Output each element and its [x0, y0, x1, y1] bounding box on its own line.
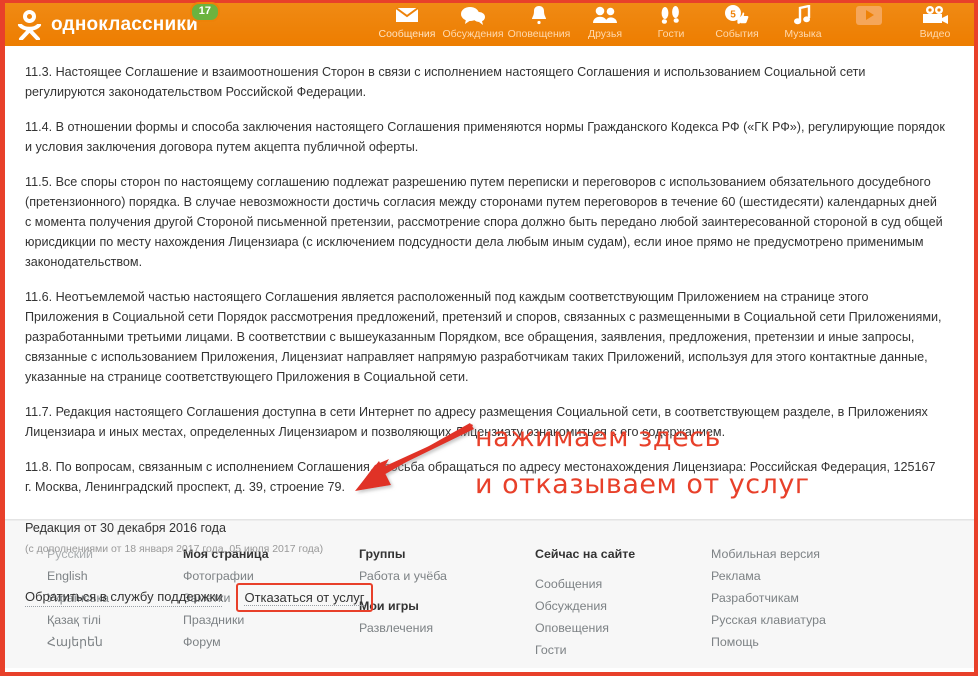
nav-label: Сообщения	[378, 27, 436, 40]
chat-bubbles-icon	[461, 5, 485, 26]
cancel-service-link[interactable]: Отказаться от услуг	[244, 590, 365, 606]
footer-link-language[interactable]: Հայերեն	[47, 631, 183, 653]
nav-label: Оповещения	[507, 27, 571, 40]
site-header: одноклассники 17 Сообщения Обсуждения Оп…	[5, 0, 974, 46]
nav-item-video[interactable]: Видео	[902, 2, 968, 48]
video-camera-icon	[921, 5, 949, 26]
nav-label: Друзья	[587, 27, 623, 40]
agreement-paragraph: 11.3. Настоящее Соглашение и взаимоотнош…	[25, 65, 866, 99]
footer-link[interactable]: Праздники	[183, 609, 359, 631]
nav-label: Музыка	[784, 27, 822, 40]
nav-item-guests[interactable]: Гости	[638, 2, 704, 48]
odnoklassniki-logo-icon	[17, 9, 43, 41]
nav-item-music[interactable]: Музыка	[770, 2, 836, 48]
agreement-paragraph: 11.6. Неотъемлемой частью настоящего Сог…	[25, 290, 942, 384]
agreement-paragraph: 11.8. По вопросам, связанным с исполнени…	[25, 460, 936, 494]
agreement-paragraph: 11.5. Все споры сторон по настоящему сог…	[25, 175, 943, 269]
footer-link[interactable]: Оповещения	[535, 617, 711, 639]
agreement-paragraph: 11.7. Редакция настоящего Соглашения дос…	[25, 405, 928, 439]
nav-label: Видео	[919, 27, 951, 40]
nav-item-notifications[interactable]: Оповещения	[506, 2, 572, 48]
nav-label: События	[715, 27, 759, 40]
thumbs-up-icon: 5	[724, 5, 750, 26]
footer-link[interactable]: Русская клавиатура	[711, 609, 911, 631]
footprints-icon	[660, 5, 682, 26]
nav-item-video-play[interactable]	[836, 2, 902, 48]
play-button-icon	[856, 5, 882, 26]
site-logo[interactable]: одноклассники 17	[5, 1, 220, 41]
envelope-icon	[395, 5, 419, 26]
footer-spacer	[535, 565, 711, 573]
support-link[interactable]: Обратиться в службу поддержки	[25, 588, 223, 607]
nav-item-friends[interactable]: Друзья	[572, 2, 638, 48]
main-nav: Сообщения Обсуждения Оповещения Друзья Г…	[374, 2, 974, 48]
footer-link[interactable]: Гости	[535, 639, 711, 661]
logo-text: одноклассники	[51, 13, 198, 35]
footer-link[interactable]: Развлечения	[359, 617, 535, 639]
revision-subtitle: (с дополнениями от 18 января 2017 года, …	[25, 543, 324, 555]
cancel-service-highlight: Отказаться от услуг	[236, 583, 373, 612]
content-divider	[5, 519, 974, 520]
nav-item-events[interactable]: 5 События	[704, 2, 770, 48]
footer-link-language[interactable]: Қазақ тілі	[47, 609, 183, 631]
agreement-paragraph: 11.4. В отношении формы и способа заключ…	[25, 120, 945, 154]
footer-link[interactable]: Помощь	[711, 631, 911, 653]
bell-icon	[529, 5, 549, 26]
music-note-icon	[794, 5, 812, 26]
nav-item-discussions[interactable]: Обсуждения	[440, 2, 506, 48]
footer-link[interactable]: Форум	[183, 631, 359, 653]
agreement-content: 11.3. Настоящее Соглашение и взаимоотнош…	[5, 46, 974, 612]
nav-label: Гости	[657, 27, 685, 40]
nav-label: Обсуждения	[442, 27, 504, 40]
browser-page: одноклассники 17 Сообщения Обсуждения Оп…	[0, 0, 978, 676]
revision-title: Редакция от 30 декабря 2016 года	[25, 521, 226, 535]
agreement-actions: Обратиться в службу поддержки Отказаться…	[25, 583, 958, 612]
logo-counter-badge: 17	[189, 1, 220, 22]
nav-item-messages[interactable]: Сообщения	[374, 2, 440, 48]
svg-text:5: 5	[730, 10, 736, 21]
people-icon	[592, 5, 618, 26]
